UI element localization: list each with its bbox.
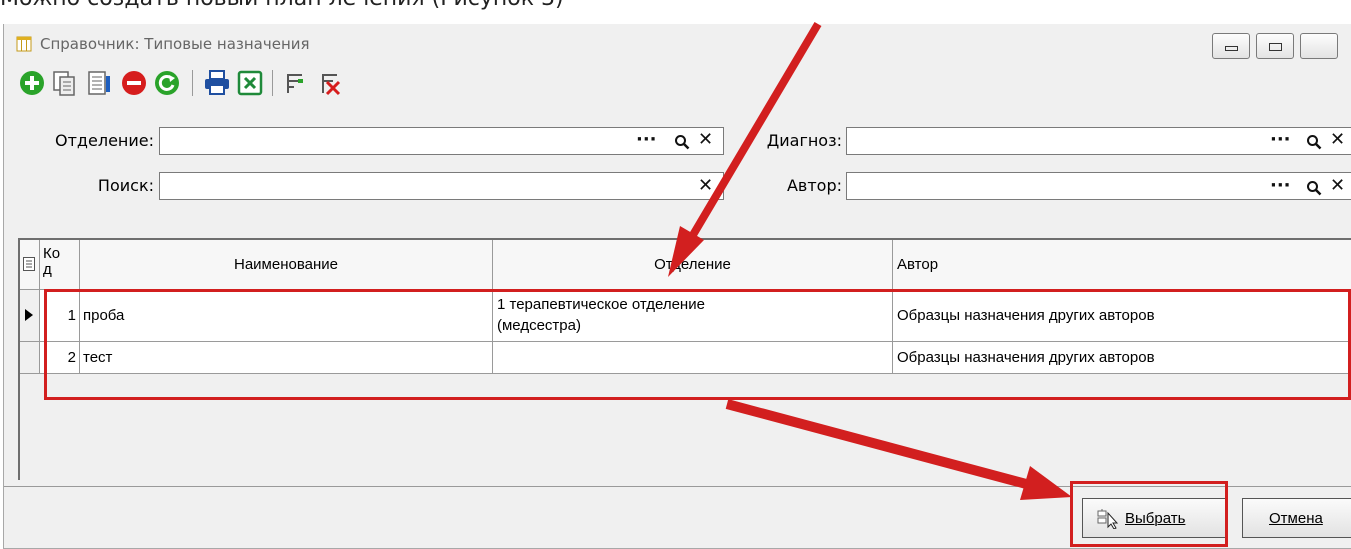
department-label: Отделение:: [55, 131, 154, 150]
minimize-icon: [1225, 46, 1238, 51]
add-icon: [20, 71, 44, 95]
delete-icon: [122, 71, 146, 95]
toolbar-separator: [192, 70, 193, 96]
delete-button[interactable]: [119, 68, 149, 98]
window-title: Справочник: Типовые назначения: [40, 35, 310, 53]
add-button[interactable]: [17, 68, 47, 98]
column-header-name[interactable]: Наименование: [80, 240, 493, 290]
author-search-icon[interactable]: [1306, 180, 1322, 196]
toolbar: [4, 64, 1351, 102]
diagnosis-search-icon[interactable]: [1306, 134, 1322, 150]
title-bar: Справочник: Типовые назначения: [4, 24, 1351, 64]
current-row-arrow-icon: [25, 309, 33, 321]
maximize-icon: [1269, 43, 1282, 51]
column-list-icon: [23, 257, 35, 271]
column-header-code[interactable]: Код: [40, 240, 80, 290]
diagnosis-clear-button[interactable]: ✕: [1330, 130, 1345, 150]
print-button[interactable]: [202, 68, 232, 98]
excel-export-icon: [237, 70, 263, 96]
search-input[interactable]: [159, 172, 724, 200]
search-label: Поиск:: [97, 176, 154, 195]
column-chooser-button[interactable]: [20, 240, 40, 290]
rows-highlight-frame: [44, 289, 1351, 400]
department-search-icon[interactable]: [674, 134, 690, 150]
filter-button[interactable]: [280, 68, 310, 98]
column-header-department[interactable]: Отделение: [493, 240, 893, 290]
column-department-label: Отделение: [654, 256, 731, 273]
row-indicator: [20, 290, 40, 342]
print-icon: [205, 70, 229, 95]
edit-icon: [88, 71, 110, 95]
author-label: Автор:: [786, 176, 842, 195]
clear-filter-button[interactable]: [315, 68, 345, 98]
page-caption: Можно создать новый план лечения (Рисуно…: [0, 0, 564, 11]
excel-export-button[interactable]: [235, 68, 265, 98]
toolbar-separator: [272, 70, 273, 96]
minimize-button[interactable]: [1212, 33, 1250, 59]
column-name-label: Наименование: [234, 256, 338, 273]
select-button-highlight-frame: [1070, 481, 1228, 547]
clear-filter-icon: [322, 74, 341, 96]
close-window-button[interactable]: [1300, 33, 1338, 59]
refresh-icon: [155, 71, 179, 95]
table-icon: [16, 36, 32, 52]
copy-button[interactable]: [49, 68, 79, 98]
column-header-author[interactable]: Автор: [893, 240, 1351, 290]
department-clear-button[interactable]: ✕: [698, 130, 713, 150]
diagnosis-label: Диагноз:: [766, 131, 842, 150]
cancel-button-label: Отмена: [1269, 510, 1323, 527]
author-clear-button[interactable]: ✕: [1330, 176, 1345, 196]
cancel-button[interactable]: Отмена: [1242, 498, 1351, 538]
refresh-button[interactable]: [152, 68, 182, 98]
dialog-window: Справочник: Типовые назначения Отделение…: [3, 24, 1351, 549]
search-clear-button[interactable]: ✕: [698, 176, 713, 196]
diagnosis-browse-button[interactable]: ···: [1270, 130, 1291, 150]
maximize-button[interactable]: [1256, 33, 1294, 59]
author-browse-button[interactable]: ···: [1270, 176, 1291, 196]
edit-button[interactable]: [84, 68, 114, 98]
row-indicator: [20, 342, 40, 374]
column-author-label: Автор: [897, 256, 939, 273]
column-code-label: Код: [43, 245, 61, 278]
filter-icon: [287, 74, 303, 93]
copy-icon: [53, 71, 75, 96]
department-browse-button[interactable]: ···: [636, 130, 657, 150]
